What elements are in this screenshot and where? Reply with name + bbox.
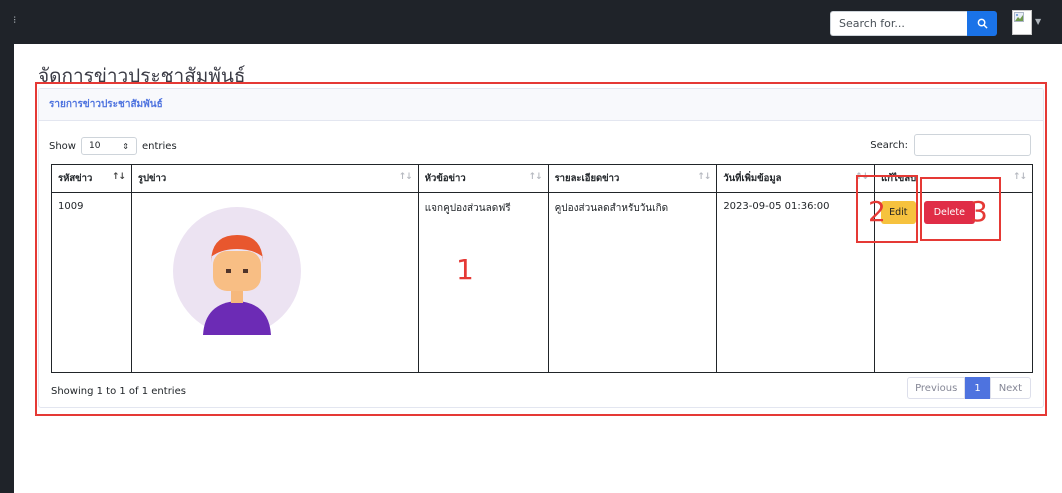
annotation-box-table <box>35 82 1047 416</box>
annotation-number-1: 1 <box>456 253 474 286</box>
annotation-box-delete <box>920 177 1001 241</box>
search-button[interactable] <box>967 11 997 36</box>
broken-image-icon <box>1014 12 1024 22</box>
annotation-number-3: 3 <box>970 195 988 228</box>
user-avatar[interactable] <box>1012 10 1032 35</box>
annotation-box-edit <box>856 175 918 243</box>
annotation-number-2: 2 <box>868 195 886 228</box>
search-icon <box>977 18 988 29</box>
top-navbar: ≡ ▼ <box>0 0 1062 44</box>
chevron-down-icon[interactable]: ▼ <box>1035 17 1041 26</box>
search-input[interactable] <box>830 11 967 36</box>
sidebar-collapsed <box>0 0 14 493</box>
